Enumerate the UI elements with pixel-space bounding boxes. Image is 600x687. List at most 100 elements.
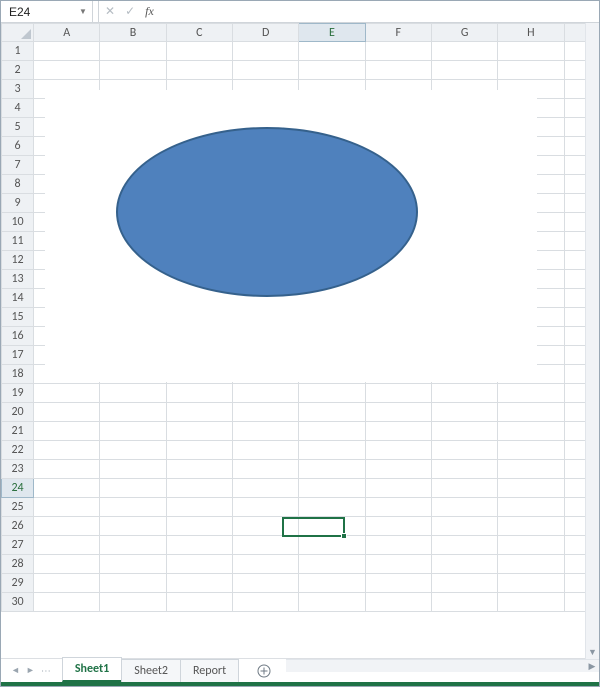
- cell[interactable]: [34, 61, 100, 80]
- row-header[interactable]: 11: [2, 232, 34, 251]
- row-header[interactable]: 7: [2, 156, 34, 175]
- col-header[interactable]: H: [498, 24, 564, 42]
- row-header[interactable]: 18: [2, 365, 34, 384]
- cell[interactable]: [100, 517, 166, 536]
- row-header[interactable]: 9: [2, 194, 34, 213]
- col-header[interactable]: D: [233, 24, 299, 42]
- row-header[interactable]: 19: [2, 384, 34, 403]
- cell[interactable]: [233, 536, 299, 555]
- row-header[interactable]: 22: [2, 441, 34, 460]
- cell[interactable]: [233, 479, 299, 498]
- cell[interactable]: [100, 460, 166, 479]
- cell[interactable]: [498, 574, 564, 593]
- cell[interactable]: [233, 593, 299, 612]
- vertical-scrollbar[interactable]: ▼: [585, 23, 599, 661]
- cell[interactable]: [498, 441, 564, 460]
- cell[interactable]: [100, 536, 166, 555]
- cell[interactable]: [431, 441, 497, 460]
- cell[interactable]: [431, 384, 497, 403]
- cell[interactable]: [299, 42, 365, 61]
- cell[interactable]: [365, 555, 431, 574]
- cell[interactable]: [166, 517, 232, 536]
- cell[interactable]: [365, 441, 431, 460]
- row-header[interactable]: 27: [2, 536, 34, 555]
- cell[interactable]: [299, 441, 365, 460]
- row-header[interactable]: 28: [2, 555, 34, 574]
- cell[interactable]: [166, 441, 232, 460]
- cell[interactable]: [34, 460, 100, 479]
- cell[interactable]: [233, 61, 299, 80]
- cell[interactable]: [100, 61, 166, 80]
- cell[interactable]: [299, 422, 365, 441]
- cell[interactable]: [365, 498, 431, 517]
- row-header[interactable]: 20: [2, 403, 34, 422]
- row-header[interactable]: 30: [2, 593, 34, 612]
- col-header[interactable]: B: [100, 24, 166, 42]
- tab-report[interactable]: Report: [180, 659, 239, 682]
- row-header[interactable]: 23: [2, 460, 34, 479]
- cell[interactable]: [100, 422, 166, 441]
- cell[interactable]: [498, 479, 564, 498]
- row-header[interactable]: 5: [2, 118, 34, 137]
- tab-sheet2[interactable]: Sheet2: [121, 659, 181, 682]
- cell[interactable]: [166, 555, 232, 574]
- cell[interactable]: [431, 593, 497, 612]
- cell[interactable]: [299, 479, 365, 498]
- fx-label[interactable]: fx: [145, 4, 154, 19]
- cell[interactable]: [34, 441, 100, 460]
- cell[interactable]: [365, 536, 431, 555]
- cell[interactable]: [166, 422, 232, 441]
- cell[interactable]: [431, 460, 497, 479]
- row-header[interactable]: 6: [2, 137, 34, 156]
- cell[interactable]: [233, 422, 299, 441]
- cell[interactable]: [299, 536, 365, 555]
- row-header[interactable]: 16: [2, 327, 34, 346]
- cell[interactable]: [34, 536, 100, 555]
- cell[interactable]: [431, 498, 497, 517]
- cell[interactable]: [365, 42, 431, 61]
- tab-scroll-left-icon[interactable]: ◄: [11, 665, 20, 676]
- cell[interactable]: [34, 517, 100, 536]
- scroll-right-icon[interactable]: ▶: [585, 661, 599, 672]
- cell[interactable]: [34, 42, 100, 61]
- cell[interactable]: [34, 574, 100, 593]
- row-header[interactable]: 21: [2, 422, 34, 441]
- row-header[interactable]: 17: [2, 346, 34, 365]
- cell[interactable]: [299, 403, 365, 422]
- cell[interactable]: [34, 593, 100, 612]
- row-header[interactable]: 14: [2, 289, 34, 308]
- cell[interactable]: [166, 403, 232, 422]
- cell[interactable]: [166, 384, 232, 403]
- cell[interactable]: [100, 42, 166, 61]
- cell[interactable]: [233, 574, 299, 593]
- row-header[interactable]: 24: [2, 479, 34, 498]
- new-sheet-button[interactable]: [252, 659, 276, 682]
- cell[interactable]: [299, 593, 365, 612]
- check-icon[interactable]: ✓: [125, 4, 135, 19]
- cell[interactable]: [100, 441, 166, 460]
- col-header[interactable]: F: [365, 24, 431, 42]
- cell[interactable]: [365, 384, 431, 403]
- cell[interactable]: [431, 61, 497, 80]
- cell[interactable]: [34, 555, 100, 574]
- row-header[interactable]: 25: [2, 498, 34, 517]
- col-header[interactable]: A: [34, 24, 100, 42]
- row-header[interactable]: 8: [2, 175, 34, 194]
- cell[interactable]: [299, 574, 365, 593]
- cell[interactable]: [498, 555, 564, 574]
- row-header[interactable]: 15: [2, 308, 34, 327]
- cell[interactable]: [100, 498, 166, 517]
- cell[interactable]: [365, 403, 431, 422]
- row-header[interactable]: 29: [2, 574, 34, 593]
- cell[interactable]: [431, 479, 497, 498]
- name-box-input[interactable]: [7, 4, 67, 20]
- scroll-down-icon[interactable]: ▼: [588, 648, 598, 658]
- cell[interactable]: [233, 42, 299, 61]
- name-box[interactable]: ▼: [1, 1, 93, 22]
- cell[interactable]: [34, 479, 100, 498]
- row-header[interactable]: 3: [2, 80, 34, 99]
- cell[interactable]: [498, 498, 564, 517]
- cell[interactable]: [498, 517, 564, 536]
- cell[interactable]: [166, 479, 232, 498]
- cell[interactable]: [498, 422, 564, 441]
